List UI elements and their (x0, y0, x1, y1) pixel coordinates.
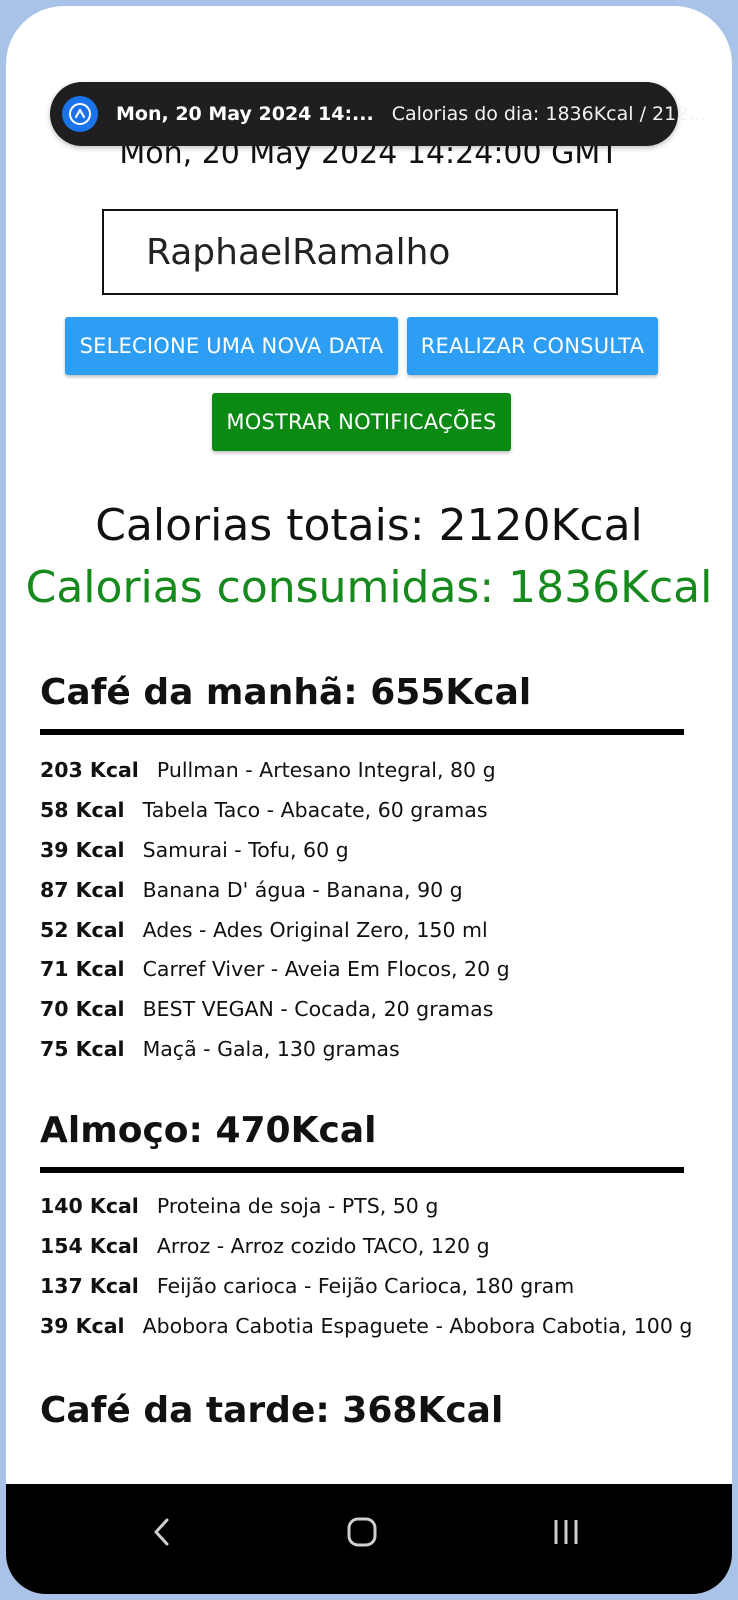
list-item: 87 Kcal Banana D' água - Banana, 90 g (40, 870, 700, 910)
meal-item-list-breakfast: 203 Kcal Pullman - Artesano Integral, 80 … (40, 750, 700, 1069)
list-item: 39 Kcal Abobora Cabotia Espaguete - Abobo… (40, 1306, 700, 1346)
item-description: Ades - Ades Original Zero, 150 ml (142, 917, 488, 942)
item-description: Pullman - Artesano Integral, 80 g (156, 757, 496, 782)
item-description: Feijão carioca - Feijão Carioca, 180 gra… (156, 1273, 575, 1298)
list-item: 137 Kcal Feijão carioca - Feijão Carioca,… (40, 1266, 700, 1306)
item-kcal: 203 Kcal (40, 757, 139, 782)
meal-title-breakfast: Café da manhã: 655Kcal (40, 672, 532, 713)
username-field[interactable]: RaphaelRamalho (102, 209, 618, 295)
app-logo-icon (62, 96, 98, 132)
item-description: Banana D' água - Banana, 90 g (142, 877, 463, 902)
back-chevron-icon[interactable] (143, 1512, 183, 1552)
item-description: Abobora Cabotia Espaguete - Abobora Cabo… (142, 1313, 693, 1338)
section-divider (40, 1167, 684, 1173)
username-value: RaphaelRamalho (146, 231, 451, 273)
list-item: 39 Kcal Samurai - Tofu, 60 g (40, 830, 700, 870)
item-description: Tabela Taco - Abacate, 60 gramas (142, 797, 488, 822)
notification-text: Calorias do dia: 1836Kcal / 212... (391, 103, 707, 125)
select-date-button[interactable]: SELECIONE UMA NOVA DATA (65, 317, 398, 375)
notification-title: Mon, 20 May 2024 14:... (116, 103, 374, 125)
consult-button[interactable]: REALIZAR CONSULTA (407, 317, 658, 375)
item-kcal: 137 Kcal (40, 1273, 139, 1298)
item-kcal: 71 Kcal (40, 957, 125, 982)
item-kcal: 39 Kcal (40, 1313, 125, 1338)
meal-title-lunch: Almoço: 470Kcal (40, 1110, 377, 1151)
item-description: Arroz - Arroz cozido TACO, 120 g (156, 1233, 490, 1258)
item-kcal: 70 Kcal (40, 997, 125, 1022)
meal-title-afternoon: Café da tarde: 368Kcal (40, 1390, 504, 1431)
section-divider (40, 729, 684, 735)
list-item: 70 Kcal BEST VEGAN - Cocada, 20 gramas (40, 989, 700, 1029)
item-kcal: 87 Kcal (40, 877, 125, 902)
item-kcal: 58 Kcal (40, 797, 125, 822)
list-item: 52 Kcal Ades - Ades Original Zero, 150 ml (40, 910, 700, 950)
item-kcal: 75 Kcal (40, 1037, 125, 1062)
notification-popup[interactable]: Mon, 20 May 2024 14:... Calorias do dia:… (50, 82, 706, 146)
item-description: Proteina de soja - PTS, 50 g (156, 1193, 439, 1218)
list-item: 75 Kcal Maçã - Gala, 130 gramas (40, 1029, 700, 1069)
item-kcal: 52 Kcal (40, 917, 125, 942)
item-description: Maçã - Gala, 130 gramas (142, 1037, 400, 1062)
total-calories: Calorias totais: 2120Kcal (95, 500, 643, 551)
item-description: Carref Viver - Aveia Em Flocos, 20 g (142, 957, 510, 982)
item-kcal: 140 Kcal (40, 1193, 139, 1218)
device-frame: Mon, 20 May 2024 14:24:00 GMT Mon, 20 Ma… (0, 0, 738, 1600)
item-kcal: 154 Kcal (40, 1233, 139, 1258)
app-screen: Mon, 20 May 2024 14:24:00 GMT Mon, 20 Ma… (6, 6, 732, 1594)
system-nav-bar (6, 1484, 732, 1594)
recents-icon[interactable] (546, 1512, 586, 1552)
show-notifications-button[interactable]: MOSTRAR NOTIFICAÇÕES (212, 393, 511, 451)
item-kcal: 39 Kcal (40, 837, 125, 862)
meal-item-list-lunch: 140 Kcal Proteina de soja - PTS, 50 g 154… (40, 1186, 700, 1346)
list-item: 203 Kcal Pullman - Artesano Integral, 80 … (40, 750, 700, 790)
list-item: 71 Kcal Carref Viver - Aveia Em Flocos, 2… (40, 949, 700, 989)
list-item: 58 Kcal Tabela Taco - Abacate, 60 gramas (40, 790, 700, 830)
home-icon[interactable] (342, 1512, 382, 1552)
consumed-calories: Calorias consumidas: 1836Kcal (25, 562, 713, 613)
item-description: Samurai - Tofu, 60 g (142, 837, 349, 862)
item-description: BEST VEGAN - Cocada, 20 gramas (142, 997, 494, 1022)
list-item: 154 Kcal Arroz - Arroz cozido TACO, 120 g (40, 1226, 700, 1266)
list-item: 140 Kcal Proteina de soja - PTS, 50 g (40, 1186, 700, 1226)
